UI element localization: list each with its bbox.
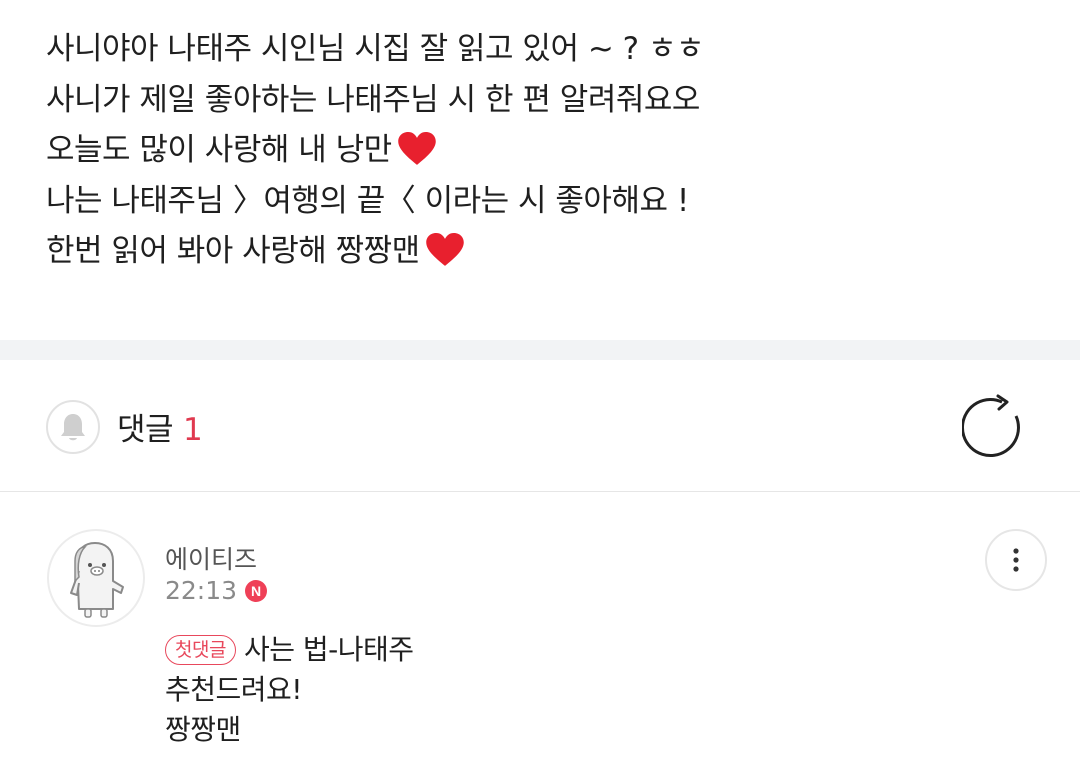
comments-count: 1 [183, 412, 203, 448]
first-comment-badge: 첫댓글 [165, 635, 236, 665]
post-line: 사니야아 나태주 시인님 시집 잘 읽고 있어 ~ ? ㅎㅎ [46, 31, 705, 67]
heart-icon [425, 233, 464, 266]
post-line: 오늘도 많이 사랑해 내 낭만 [46, 125, 704, 176]
comments-title: 댓글 1 [117, 404, 203, 449]
post-line: 한번 읽어 봐아 사랑해 짱짱맨 [46, 226, 704, 277]
comment-time: 22:13 N [165, 576, 268, 605]
heart-icon [397, 132, 436, 165]
section-divider [0, 340, 1080, 360]
comment-text: 첫댓글 사는 법-나태주 추천드려요! 짱짱맨 [165, 630, 414, 750]
avatar[interactable] [47, 529, 145, 627]
refresh-icon [960, 394, 1020, 458]
comment-author[interactable]: 에이티즈 [165, 540, 257, 576]
more-options-button[interactable] [985, 529, 1047, 591]
comment-line-text: 사는 법-나태주 [243, 633, 414, 666]
new-badge: N [245, 579, 268, 602]
comment-time-text: 22:13 [165, 576, 238, 605]
comments-header: 댓글 1 [0, 360, 1080, 492]
refresh-button[interactable] [960, 394, 1030, 462]
comment-line: 짱짱맨 [165, 713, 241, 746]
comment-line: 추천드려요! [165, 673, 303, 706]
bell-icon [61, 414, 85, 441]
post-body: 사니야아 나태주 시인님 시집 잘 읽고 있어 ~ ? ㅎㅎ 사니가 제일 좋아… [46, 24, 705, 277]
comments-label: 댓글 [117, 412, 174, 448]
more-vertical-icon [1013, 548, 1019, 572]
comment-item: 에이티즈 22:13 N 첫댓글 사는 법-나태주 추천드려요! 짱짱맨 [0, 492, 1080, 766]
pig-character-icon [70, 542, 124, 618]
post-line: 나는 나태주님 〉여행의 끝〈 이라는 시 좋아해요 ! [46, 182, 689, 219]
notification-button[interactable] [46, 400, 100, 454]
post-line: 사니가 제일 좋아하는 나태주님 시 한 편 알려줘요오 [46, 81, 700, 118]
comment-line: 첫댓글 사는 법-나태주 [165, 630, 414, 670]
